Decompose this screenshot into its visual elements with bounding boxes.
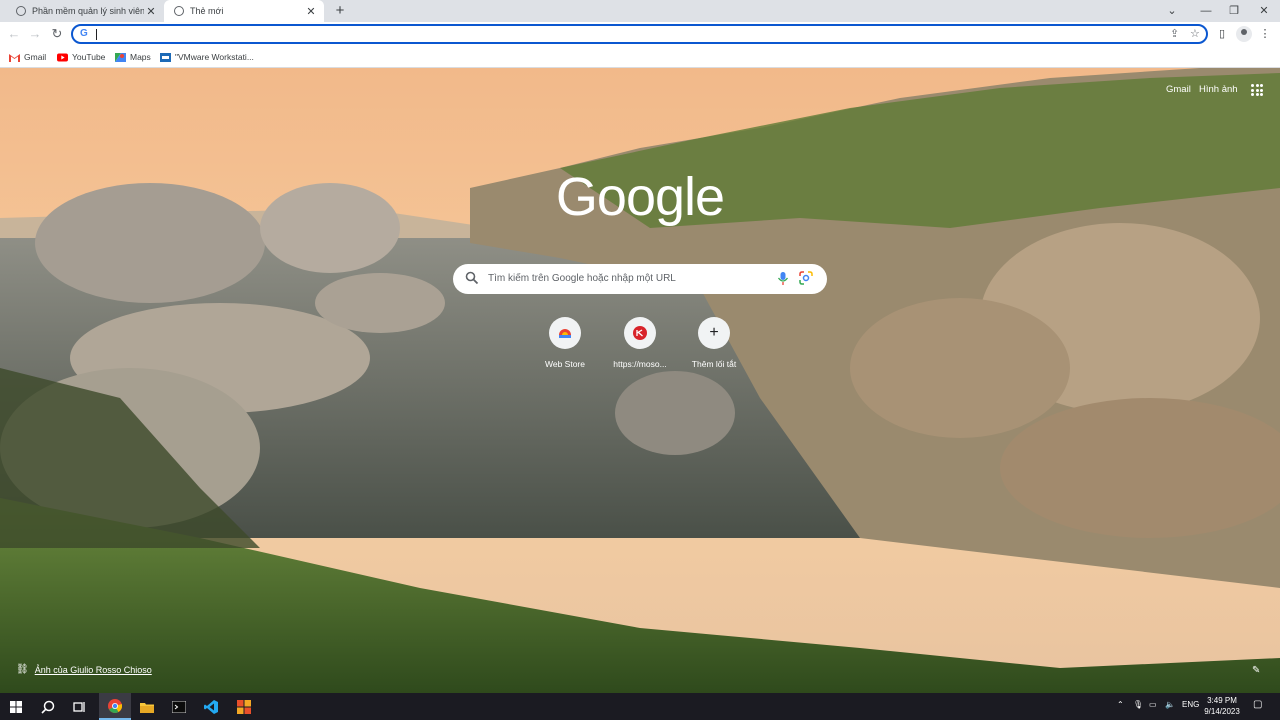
codeblocks-icon[interactable] (228, 693, 260, 720)
link-icon: ⛓ (16, 664, 29, 675)
text-caret (96, 29, 97, 40)
bookmark-vmware[interactable]: "VMware Workstati... (160, 50, 254, 64)
bookmark-label: "VMware Workstati... (175, 52, 254, 62)
background-photo (0, 68, 1280, 693)
moso-icon (624, 317, 656, 349)
customize-pencil-icon[interactable]: ✎ (1252, 665, 1260, 676)
google-logo: Google (555, 167, 725, 227)
globe-icon (16, 6, 26, 16)
share-icon[interactable]: ⇪ (1170, 27, 1179, 40)
shortcut-label: https://moso... (613, 359, 667, 369)
tab-title: Thẻ mới (190, 6, 224, 16)
notification-icon[interactable]: ▢ (1253, 699, 1262, 710)
browser-toolbar: ← → ↻ G ⇪ ☆ ▯ ⋮ (0, 22, 1280, 46)
maps-icon (115, 52, 126, 62)
shortcut-label: Web Store (544, 359, 585, 369)
bookmark-label: YouTube (72, 52, 106, 62)
globe-icon (174, 6, 184, 16)
shortcut-moso[interactable]: https://moso... (605, 317, 675, 369)
gmail-icon (9, 52, 20, 62)
tab-strip: Phần mềm quản lý sinh viên Bac ✕ Thẻ mới… (0, 0, 1280, 22)
shortcut-web-store[interactable]: Web Store (530, 317, 600, 369)
shortcut-add[interactable]: + Thêm lối tắt (679, 317, 749, 369)
bookmark-label: Gmail (24, 52, 47, 62)
close-window-icon[interactable]: ✕ (1250, 0, 1278, 22)
google-lens-icon[interactable] (799, 271, 813, 285)
network-icon[interactable]: ▭ (1149, 700, 1157, 709)
restore-icon[interactable]: ❐ (1220, 0, 1248, 22)
chrome-icon[interactable] (99, 693, 131, 720)
clock-time: 3:49 PM (1207, 696, 1237, 705)
task-view-icon[interactable] (64, 693, 96, 720)
file-explorer-icon[interactable] (131, 693, 163, 720)
bookmark-maps[interactable]: Maps (115, 50, 151, 64)
tab-search-icon[interactable]: ⌄ (1158, 0, 1186, 22)
forward-icon[interactable]: → (26, 25, 44, 43)
back-icon[interactable]: ← (5, 25, 23, 43)
webstore-icon (549, 317, 581, 349)
search-icon (465, 271, 479, 285)
shortcut-label: Thêm lối tắt (691, 359, 737, 369)
vmware-icon (160, 52, 171, 62)
more-vert-icon[interactable]: ⋮ (1256, 25, 1274, 43)
new-tab-page: Gmail Hình ảnh Google Tìm kiếm trên Goog… (0, 68, 1280, 693)
bookmark-label: Maps (130, 52, 151, 62)
photo-credit-text[interactable]: Ảnh của Giulio Rosso Chioso (35, 665, 152, 675)
microphone-tray-icon[interactable]: 🎙 (1133, 700, 1143, 709)
terminal-icon[interactable] (163, 693, 195, 720)
language-indicator[interactable]: ENG (1182, 700, 1199, 709)
side-panel-icon[interactable]: ▯ (1213, 25, 1231, 43)
tab-close-icon[interactable]: ✕ (304, 5, 318, 18)
plus-icon: + (698, 317, 730, 349)
windows-taskbar: ⌃ 🎙 ▭ 🔈 ENG 3:49 PM 9/14/2023 ▢ (0, 693, 1280, 720)
youtube-icon (57, 53, 68, 61)
minimize-icon[interactable]: — (1192, 0, 1220, 22)
gmail-link[interactable]: Gmail (1166, 84, 1191, 95)
clock-date: 9/14/2023 (1204, 707, 1240, 716)
microphone-icon[interactable] (777, 271, 789, 287)
windows-start-icon[interactable] (0, 693, 32, 720)
bookmark-gmail[interactable]: Gmail (9, 50, 46, 64)
apps-grid-icon[interactable] (1251, 84, 1263, 96)
tab-close-icon[interactable]: ✕ (144, 5, 158, 18)
volume-icon[interactable]: 🔈 (1165, 700, 1175, 709)
tab-new-tab[interactable]: Thẻ mới ✕ (164, 0, 324, 22)
reload-icon[interactable]: ↻ (48, 25, 66, 43)
address-bar[interactable]: G ⇪ ☆ (71, 24, 1208, 44)
profile-icon[interactable] (1236, 26, 1252, 42)
bookmarks-bar: Gmail YouTube Maps "VMware Workstati... (0, 46, 1280, 68)
tab-title: Phần mềm quản lý sinh viên Bac (32, 6, 144, 16)
google-g-icon: G (80, 28, 88, 39)
images-link[interactable]: Hình ảnh (1199, 84, 1238, 95)
system-clock[interactable]: 3:49 PM 9/14/2023 (1198, 695, 1246, 717)
show-hidden-icons-icon[interactable]: ⌃ (1117, 700, 1124, 709)
search-placeholder: Tìm kiếm trên Google hoặc nhập một URL (488, 273, 676, 284)
new-tab-button[interactable]: + (331, 2, 349, 20)
tab-student-management[interactable]: Phần mềm quản lý sinh viên Bac ✕ (6, 0, 164, 22)
bookmark-youtube[interactable]: YouTube (57, 50, 105, 64)
photo-credit[interactable]: ⛓ Ảnh của Giulio Rosso Chioso (16, 664, 152, 675)
star-icon[interactable]: ☆ (1190, 27, 1200, 40)
vscode-icon[interactable] (195, 693, 227, 720)
search-icon[interactable] (32, 693, 64, 720)
search-box[interactable]: Tìm kiếm trên Google hoặc nhập một URL (453, 264, 827, 294)
